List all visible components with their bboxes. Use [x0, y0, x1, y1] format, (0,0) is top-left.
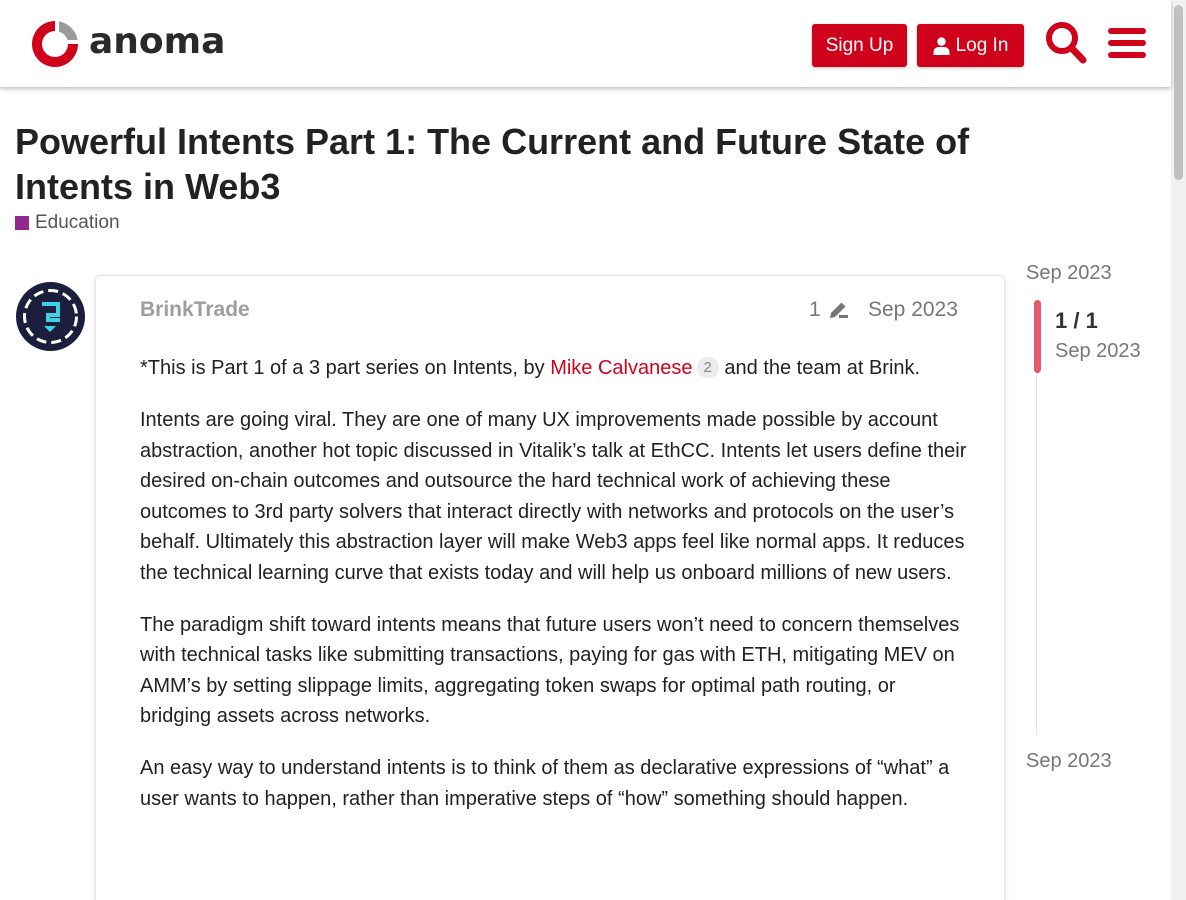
category-label: Education: [35, 212, 120, 233]
mention-count-badge: 2: [696, 357, 719, 378]
anoma-logo[interactable]: anoma: [29, 18, 225, 70]
timeline-handle[interactable]: [1034, 300, 1041, 373]
post-paragraph: Intents are going viral. They are one of…: [140, 409, 967, 584]
search-icon[interactable]: [1044, 20, 1088, 66]
edit-history-button[interactable]: 1: [809, 298, 849, 322]
user-icon: [933, 36, 950, 55]
category-badge[interactable]: Education: [15, 212, 120, 234]
site-header: anoma Sign Up Log In: [0, 0, 1171, 87]
post-paragraph: *This is Part 1 of a 3 part series on In…: [140, 353, 970, 384]
user-avatar[interactable]: [16, 282, 85, 351]
post-paragraph: An easy way to understand intents is to …: [140, 757, 950, 810]
timeline-position: 1 / 1: [1055, 308, 1098, 333]
logo-wordmark: anoma: [89, 21, 226, 62]
topic-title[interactable]: Powerful Intents Part 1: The Current and…: [15, 119, 1095, 209]
post-paragraph: The paradigm shift toward intents means …: [140, 613, 960, 728]
category-color-swatch: [15, 216, 29, 230]
user-mention-link[interactable]: Mike Calvanese: [550, 357, 692, 379]
sign-up-label: Sign Up: [825, 34, 894, 56]
timeline-end-date[interactable]: Sep 2023: [1026, 750, 1112, 773]
sign-up-button[interactable]: Sign Up: [812, 24, 907, 67]
pencil-icon: [829, 301, 848, 318]
page-scrollbar[interactable]: [1171, 0, 1186, 900]
post-date[interactable]: Sep 2023: [868, 298, 958, 322]
hamburger-menu-icon[interactable]: [1106, 20, 1150, 66]
post-username[interactable]: BrinkTrade: [140, 298, 250, 322]
log-in-label: Log In: [955, 34, 1009, 56]
anoma-logo-icon: [32, 21, 78, 67]
paragraph-text: and the team at Brink.: [718, 357, 921, 379]
paragraph-text: *This is Part 1 of a 3 part series on In…: [140, 357, 551, 379]
log-in-button[interactable]: Log In: [917, 24, 1024, 67]
post-body: *This is Part 1 of a 3 part series on In…: [140, 353, 970, 836]
edit-count: 1: [809, 298, 821, 321]
timeline-position-date: Sep 2023: [1055, 340, 1141, 362]
scrollbar-thumb[interactable]: [1174, 5, 1183, 180]
timeline-start-date[interactable]: Sep 2023: [1026, 262, 1112, 285]
